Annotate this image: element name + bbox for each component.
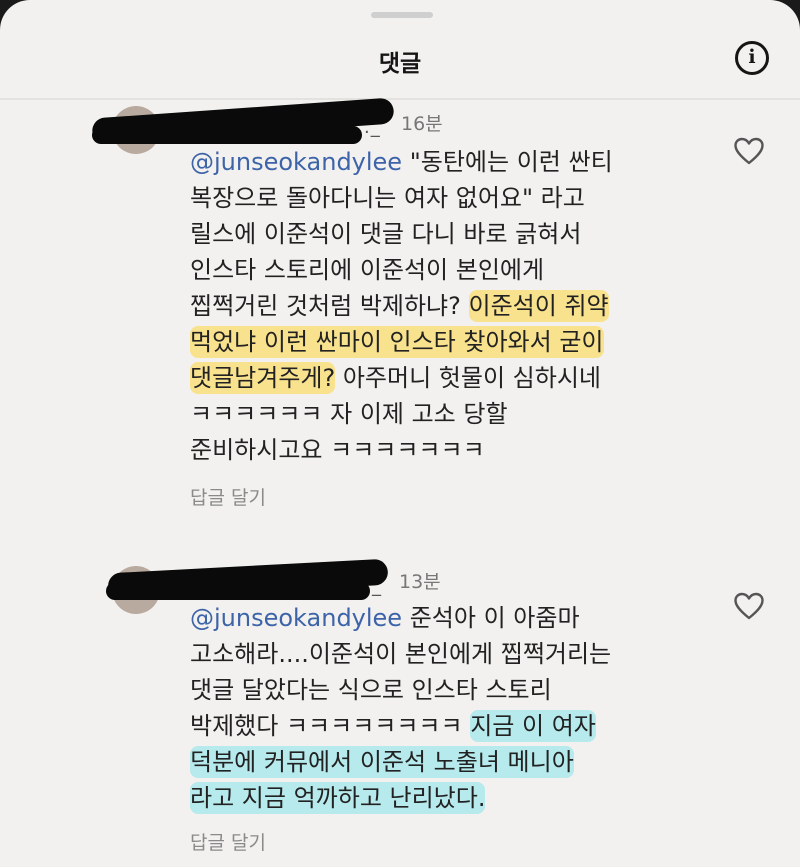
- heart-icon[interactable]: [733, 591, 765, 621]
- comment-text: @junseokandylee 준석아 이 아줌마 고소해라....이준석이 본…: [190, 604, 612, 814]
- comment-time: 13분: [399, 571, 441, 593]
- heart-icon[interactable]: [733, 136, 765, 166]
- info-icon[interactable]: i: [735, 41, 769, 75]
- page-title: 댓글: [378, 51, 422, 77]
- comment-text: @junseokandylee "동탄에는 이런 싼티 복장으로 돌아다니는 여…: [190, 148, 613, 464]
- username[interactable]: _: [372, 576, 382, 597]
- highlight: 먹었냐 이런 싼마이 인스타 찾아와서 굳이: [190, 326, 604, 358]
- comment-time: 16분: [401, 113, 443, 135]
- reply-button[interactable]: 답글 달기: [190, 828, 266, 855]
- highlight: 댓글남겨주게?: [190, 362, 336, 394]
- highlight: 지금 이 여자: [470, 710, 596, 742]
- username[interactable]: ._: [364, 117, 381, 138]
- redaction-mark: [92, 126, 362, 144]
- drag-handle[interactable]: [371, 12, 433, 18]
- highlight: 라고 지금 억까하고 난리났다.: [190, 782, 486, 814]
- mention-link[interactable]: @junseokandylee: [190, 148, 402, 176]
- highlight: 이준석이 쥐약: [468, 290, 609, 322]
- header-divider: [0, 98, 800, 100]
- mention-link[interactable]: @junseokandylee: [190, 604, 402, 632]
- redaction-mark: [106, 582, 370, 600]
- reply-button[interactable]: 답글 달기: [190, 483, 266, 510]
- comments-sheet: 댓글 i ._ 16분 @junseokandylee "동탄에는 이런 싼티 …: [0, 0, 800, 867]
- highlight: 덕분에 커뮤에서 이준석 노출녀 메니아: [190, 746, 574, 778]
